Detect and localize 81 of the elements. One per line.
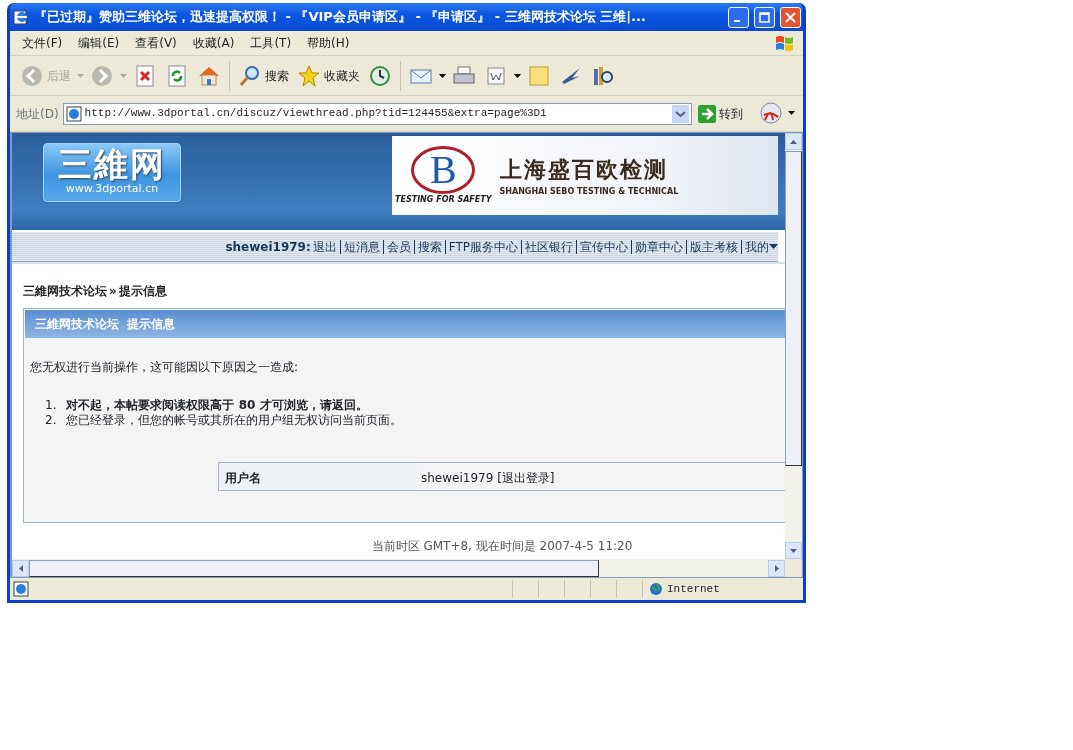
note-icon — [527, 63, 551, 88]
nav-link[interactable]: 勋章中心 — [635, 237, 683, 256]
page-icon — [13, 581, 29, 597]
scroll-down-button[interactable] — [785, 542, 802, 559]
banner-tagline: TESTING FOR SAFETY — [395, 193, 492, 206]
history-icon — [368, 63, 392, 88]
go-button[interactable]: 转到 — [696, 102, 745, 125]
banner-title: 上海盛百欧检测 — [499, 156, 669, 184]
window-title: 『已过期』赞助三维论坛，迅速提高权限！ - 『VIP会员申请区』 - 『申请区』 - 三维网技术论坛 三维|... — [34, 8, 647, 27]
menu-item[interactable]: 查看(V) — [127, 34, 185, 52]
right-arrow-icon — [774, 564, 779, 572]
page-icon — [65, 105, 82, 122]
close-icon — [785, 11, 796, 23]
list-number: 2. — [45, 413, 57, 428]
nav-link[interactable]: 会员 — [386, 237, 411, 256]
scroll-right-button[interactable] — [768, 559, 785, 577]
nav-link[interactable]: 搜索 — [417, 237, 442, 256]
list-number: 1. — [45, 398, 57, 413]
nav-link[interactable]: FTP服务中心 — [448, 237, 518, 256]
nav-link[interactable]: 版主考核 — [690, 237, 738, 256]
scrollbar-thumb[interactable] — [29, 559, 599, 577]
minimize-button[interactable] — [728, 6, 749, 28]
nav-link[interactable]: 社区银行 — [525, 237, 573, 256]
go-arrow-icon — [698, 104, 716, 123]
address-field[interactable]: http://www.3dportal.cn/discuz/viewthread.php?tid=124455&extra=page%3D1 — [62, 102, 692, 125]
separator-icon — [628, 239, 635, 254]
windows-flag-icon — [773, 33, 795, 53]
separator-icon — [738, 239, 745, 254]
separator-icon — [573, 239, 580, 254]
separator-icon — [518, 239, 525, 254]
username: shewei1979: — [225, 238, 311, 256]
breadcrumb-link[interactable]: 三維网技术论坛 — [23, 282, 107, 308]
panel-header: 三維网技术论坛 提示信息 — [25, 310, 785, 338]
menu-item[interactable]: 收藏(A) — [184, 34, 243, 52]
caret-icon — [788, 111, 795, 116]
separator-icon — [683, 239, 690, 254]
menu-item[interactable]: 编辑(E) — [70, 34, 128, 52]
banner-logo: B — [411, 145, 476, 194]
close-button[interactable] — [780, 6, 801, 28]
nav-link[interactable]: 退出 — [312, 237, 337, 256]
down-arrow-icon — [790, 548, 797, 553]
menu-item[interactable]: 工具(T) — [242, 34, 300, 52]
table-cell: 用户名 — [219, 463, 417, 490]
dropdown-icon[interactable] — [672, 104, 689, 123]
maximize-icon — [759, 11, 770, 23]
up-arrow-icon — [790, 139, 797, 144]
logo-url: www.3dportal.cn — [65, 181, 159, 198]
scrollbar-thumb[interactable] — [785, 151, 802, 466]
browser-icon — [13, 9, 29, 25]
status-zone: Internet — [667, 581, 720, 597]
message-text: 您无权进行当前操作，这可能因以下原因之一造成: — [30, 359, 300, 376]
toolbar-button[interactable]: 收藏夹 — [295, 61, 362, 90]
breadcrumb-separator: » — [109, 283, 117, 300]
scroll-up-button[interactable] — [785, 133, 802, 150]
caret-icon[interactable] — [514, 73, 521, 78]
reason-text: 您已经登录，但您的帐号或其所在的用户组无权访问当前页面。 — [66, 413, 403, 428]
logo-title: 三維网 — [58, 147, 166, 182]
menu-item[interactable]: 文件(F) — [14, 34, 71, 52]
menu-item[interactable]: 帮助(H) — [299, 34, 358, 52]
globe-icon — [649, 582, 663, 596]
minimize-icon — [734, 20, 740, 22]
nav-link[interactable]: 宣传中心 — [580, 237, 628, 256]
nav-link[interactable]: 我的 — [745, 237, 769, 256]
caret-icon[interactable] — [439, 73, 446, 78]
breadcrumb-link[interactable]: 提示信息 — [118, 282, 167, 308]
reason-text: 对不起，本帖要求阅读权限高于 80 才可浏览，请返回。 — [66, 398, 368, 413]
ad-banner[interactable]: B TESTING FOR SAFETY 上海盛百欧检测 SHANGHAI SEBO TESTING & TECHNICAL — [392, 136, 778, 215]
refresh-icon — [165, 63, 189, 88]
caret-icon[interactable] — [769, 243, 778, 250]
scroll-left-button[interactable] — [12, 559, 29, 577]
search-icon — [238, 63, 262, 88]
banner-subtitle: SHANGHAI SEBO TESTING & TECHNICAL — [499, 186, 679, 198]
address-label: 地址(D) — [16, 105, 59, 123]
star-icon — [297, 63, 321, 88]
maximize-button[interactable] — [754, 6, 775, 28]
toolbar-button[interactable]: 搜索 — [236, 61, 291, 90]
stop-icon — [133, 63, 157, 88]
footer-text: 当前时区 GMT+8, 现在时间是 2007-4-5 11:20 — [370, 538, 634, 555]
url-text: http://www.3dportal.cn/discuz/viewthread.php?tid=124455&extra=page%3D1 — [84, 106, 548, 122]
left-arrow-icon — [18, 564, 23, 572]
nav-link[interactable]: 短消息 — [343, 237, 380, 256]
